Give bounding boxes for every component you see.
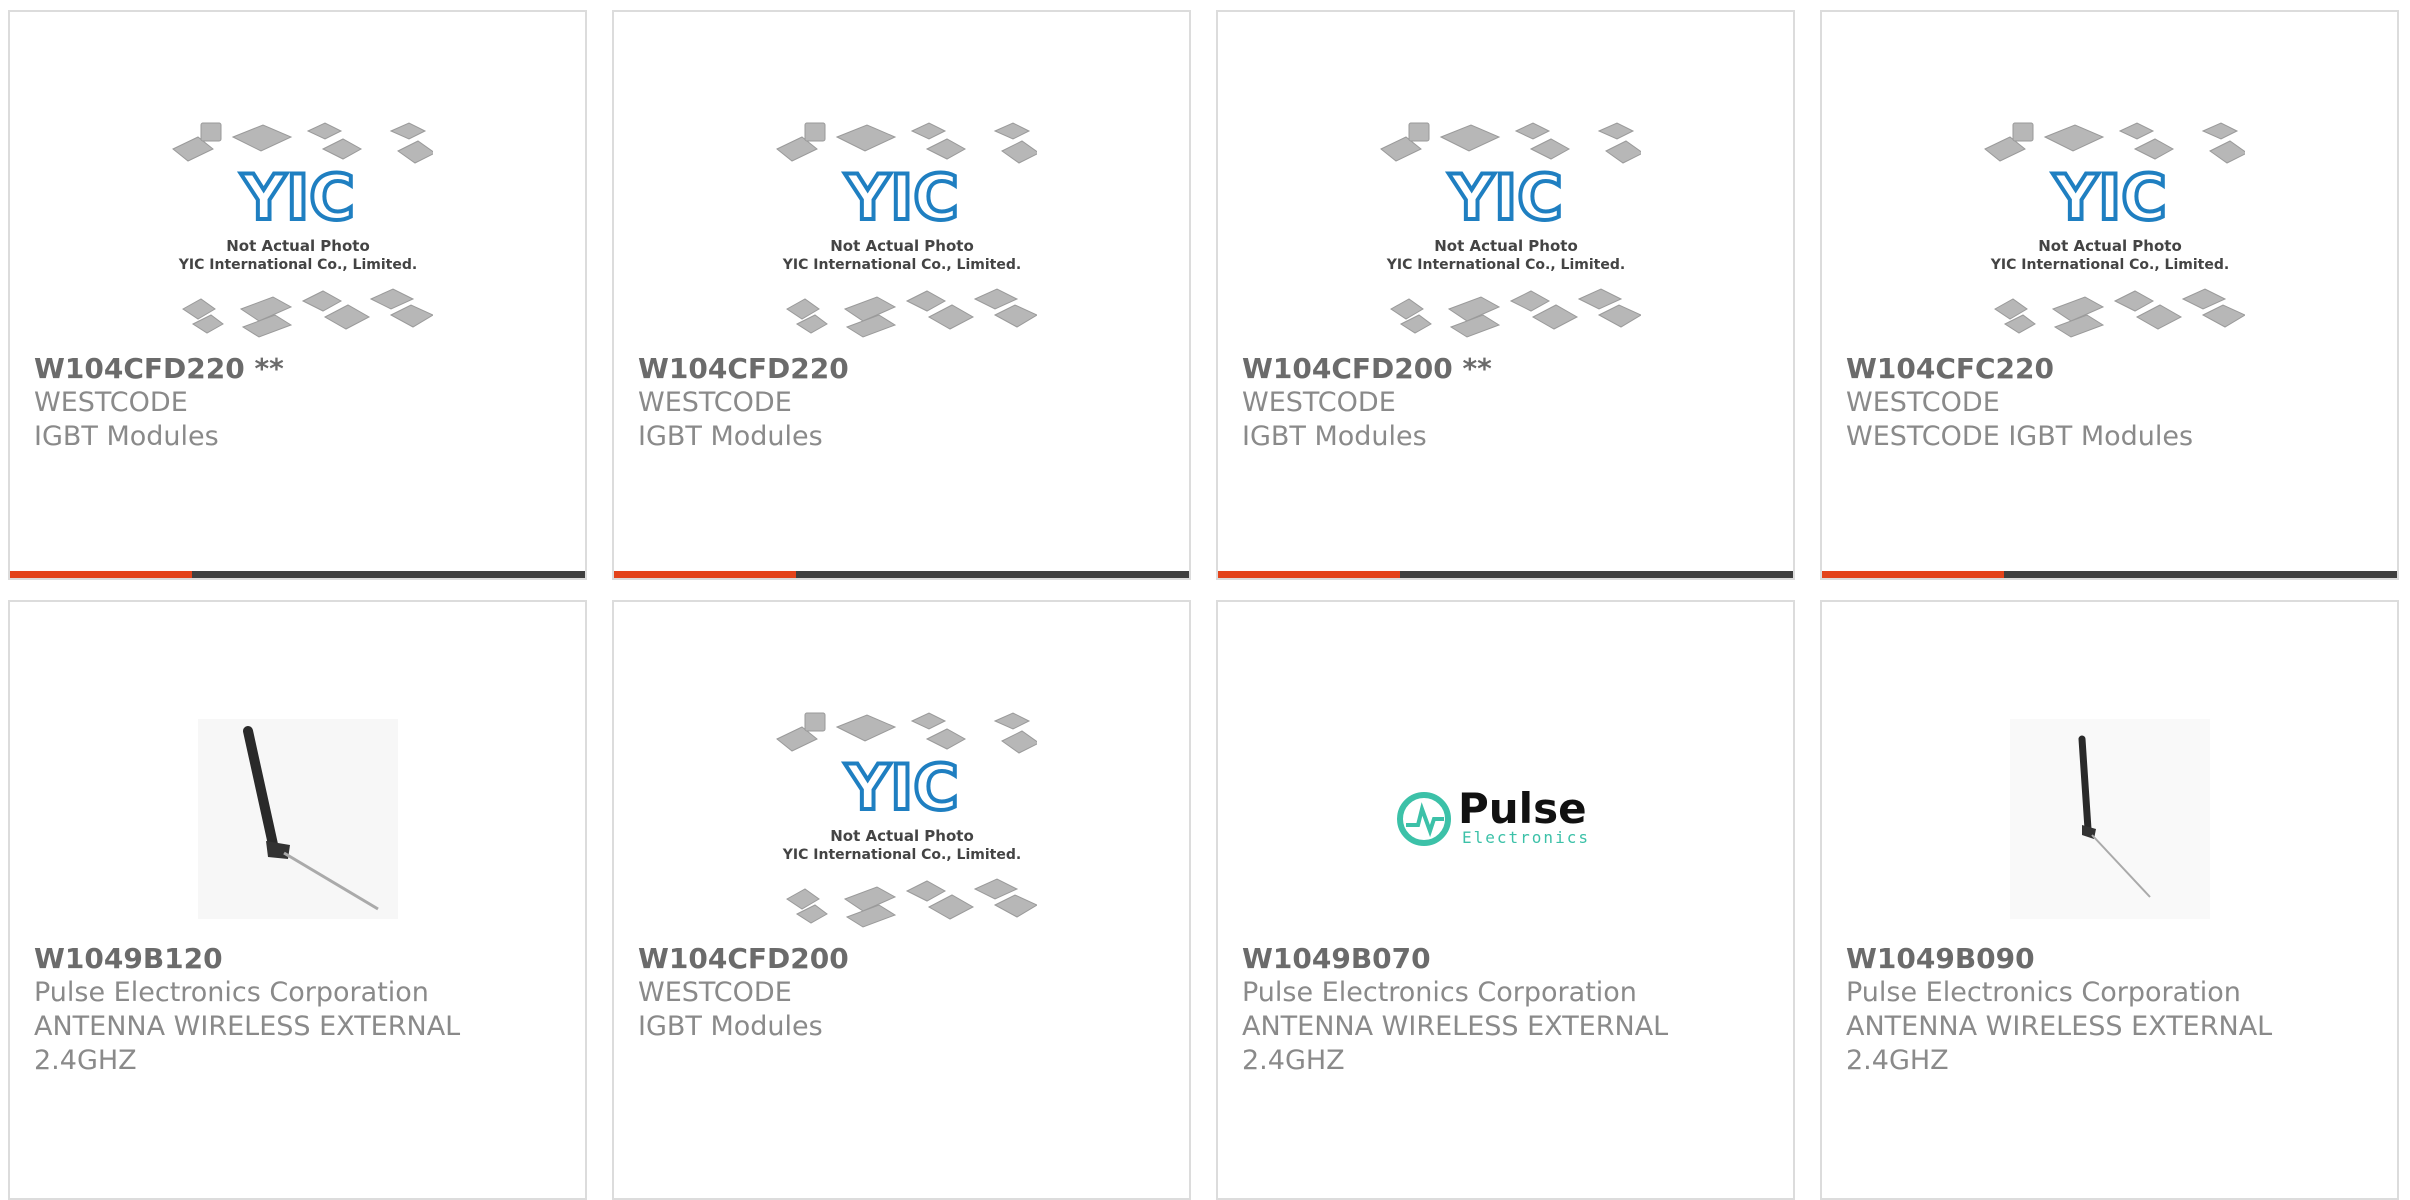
part-number[interactable]: W104CFC220: [1846, 352, 2377, 386]
product-info: W104CFC220 WESTCODE WESTCODE IGBT Module…: [1846, 352, 2377, 454]
product-card[interactable]: YIC Not Actual Photo YIC International C…: [612, 10, 1191, 580]
part-number[interactable]: W1049B070: [1242, 942, 1773, 976]
manufacturer: WESTCODE: [638, 387, 792, 418]
description: ANTENNA WIRELESS EXTERNAL: [1242, 1011, 1669, 1042]
placeholder-text-1: Not Actual Photo: [1434, 237, 1578, 255]
svg-text:YIC: YIC: [2052, 161, 2166, 234]
card-footer-accent: [614, 571, 796, 578]
placeholder-image: YIC Not Actual Photo YIC International C…: [10, 94, 585, 364]
placeholder-text-1: Not Actual Photo: [226, 237, 370, 255]
card-footer-bar: [1822, 571, 2397, 578]
card-footer-accent: [10, 571, 192, 578]
pulse-logo: Pulse Electronics: [1218, 684, 1793, 954]
part-number[interactable]: W104CFD220 **: [34, 352, 565, 386]
svg-text:YIC: YIC: [240, 161, 354, 234]
description: WESTCODE IGBT Modules: [1846, 421, 2194, 452]
antenna-photo: [10, 684, 585, 954]
part-number[interactable]: W104CFD200 **: [1242, 352, 1773, 386]
svg-text:YIC: YIC: [1448, 161, 1562, 234]
description: IGBT Modules: [638, 421, 823, 452]
part-number[interactable]: W104CFD220: [638, 352, 1169, 386]
placeholder-text-1: Not Actual Photo: [830, 827, 974, 845]
card-footer-bar: [10, 571, 585, 578]
product-info: W104CFD200 WESTCODE IGBT Modules: [638, 942, 1169, 1044]
placeholder-image: YIC Not Actual Photo YIC International C…: [1218, 94, 1793, 364]
card-footer-accent: [1218, 571, 1400, 578]
svg-text:YIC: YIC: [844, 751, 958, 824]
placeholder-image: YIC Not Actual Photo YIC International C…: [614, 684, 1189, 954]
placeholder-text-2: YIC International Co., Limited.: [1385, 257, 1624, 273]
part-number[interactable]: W1049B090: [1846, 942, 2377, 976]
product-card[interactable]: W1049B090 Pulse Electronics Corporation …: [1820, 600, 2399, 1200]
manufacturer: Pulse Electronics Corporation: [1846, 977, 2241, 1008]
description: IGBT Modules: [638, 1011, 823, 1042]
product-card[interactable]: W1049B120 Pulse Electronics Corporation …: [8, 600, 587, 1200]
description: IGBT Modules: [34, 421, 219, 452]
product-info: W104CFD200 ** WESTCODE IGBT Modules: [1242, 352, 1773, 454]
manufacturer: WESTCODE: [34, 387, 188, 418]
part-number[interactable]: W104CFD200: [638, 942, 1169, 976]
product-card[interactable]: YIC Not Actual Photo YIC International C…: [1216, 10, 1795, 580]
manufacturer: WESTCODE: [1846, 387, 2000, 418]
manufacturer: WESTCODE: [1242, 387, 1396, 418]
product-info: W1049B120 Pulse Electronics Corporation …: [34, 942, 565, 1078]
placeholder-text-2: YIC International Co., Limited.: [781, 847, 1020, 863]
description-line2: 2.4GHZ: [1242, 1045, 1345, 1076]
svg-text:YIC: YIC: [844, 161, 958, 234]
product-info: W104CFD220 WESTCODE IGBT Modules: [638, 352, 1169, 454]
part-number[interactable]: W1049B120: [34, 942, 565, 976]
product-info: W1049B070 Pulse Electronics Corporation …: [1242, 942, 1773, 1078]
description-line2: 2.4GHZ: [1846, 1045, 1949, 1076]
placeholder-text-2: YIC International Co., Limited.: [781, 257, 1020, 273]
description: ANTENNA WIRELESS EXTERNAL: [1846, 1011, 2273, 1042]
placeholder-text-2: YIC International Co., Limited.: [177, 257, 416, 273]
placeholder-image: YIC Not Actual Photo YIC International C…: [614, 94, 1189, 364]
manufacturer: Pulse Electronics Corporation: [1242, 977, 1637, 1008]
product-info: W1049B090 Pulse Electronics Corporation …: [1846, 942, 2377, 1078]
product-grid: YIC Not Actual Photo YIC International C…: [8, 10, 2402, 1200]
description: IGBT Modules: [1242, 421, 1427, 452]
pulse-logo-word: Pulse: [1458, 784, 1587, 833]
card-footer-bar: [1218, 571, 1793, 578]
description: ANTENNA WIRELESS EXTERNAL: [34, 1011, 461, 1042]
placeholder-text-1: Not Actual Photo: [2038, 237, 2182, 255]
product-card[interactable]: Pulse Electronics W1049B070 Pulse Electr…: [1216, 600, 1795, 1200]
product-card[interactable]: YIC Not Actual Photo YIC International C…: [612, 600, 1191, 1200]
placeholder-text-2: YIC International Co., Limited.: [1989, 257, 2228, 273]
product-info: W104CFD220 ** WESTCODE IGBT Modules: [34, 352, 565, 454]
pulse-logo-subword: Electronics: [1462, 828, 1590, 847]
placeholder-image: YIC Not Actual Photo YIC International C…: [1822, 94, 2397, 364]
card-footer-bar: [614, 571, 1189, 578]
product-card[interactable]: YIC Not Actual Photo YIC International C…: [8, 10, 587, 580]
card-footer-accent: [1822, 571, 2004, 578]
antenna-photo: [1822, 684, 2397, 954]
manufacturer: Pulse Electronics Corporation: [34, 977, 429, 1008]
product-card[interactable]: YIC Not Actual Photo YIC International C…: [1820, 10, 2399, 580]
description-line2: 2.4GHZ: [34, 1045, 137, 1076]
manufacturer: WESTCODE: [638, 977, 792, 1008]
placeholder-text-1: Not Actual Photo: [830, 237, 974, 255]
